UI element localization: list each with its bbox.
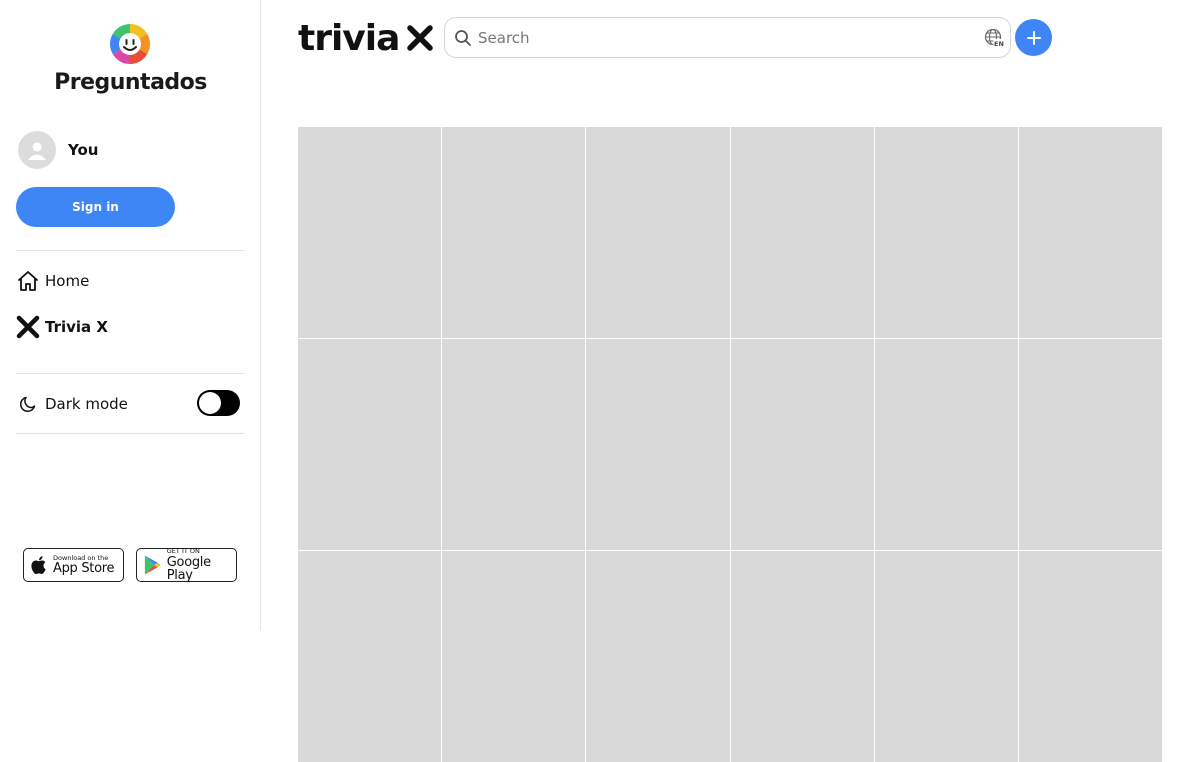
game-tile-placeholder[interactable] <box>442 339 586 550</box>
app-store-badge[interactable]: Download on the App Store <box>23 548 124 582</box>
nav-label-trivia-x: Trivia X <box>45 318 108 336</box>
nav-item-trivia-x[interactable]: Trivia X <box>16 314 108 340</box>
app-store-text: Download on the App Store <box>53 555 115 577</box>
nav-item-home[interactable]: Home <box>16 268 89 294</box>
user-name: You <box>68 141 99 159</box>
game-tile-placeholder[interactable] <box>442 127 586 338</box>
game-tile-placeholder[interactable] <box>586 127 730 338</box>
apple-icon <box>31 556 46 575</box>
add-button[interactable] <box>1015 19 1052 56</box>
game-tile-placeholder[interactable] <box>1018 551 1162 762</box>
game-tile-placeholder[interactable] <box>874 551 1018 762</box>
toggle-knob <box>199 392 221 414</box>
content-grid <box>298 127 1162 762</box>
home-icon <box>16 269 40 293</box>
game-tile-placeholder[interactable] <box>298 551 442 762</box>
game-tile-placeholder[interactable] <box>298 339 442 550</box>
divider <box>16 433 244 434</box>
game-tile-placeholder[interactable] <box>442 551 586 762</box>
search-icon <box>455 29 471 46</box>
language-globe-icon[interactable]: EN <box>984 28 1004 48</box>
game-tile-placeholder[interactable] <box>1018 339 1162 550</box>
game-tile-placeholder[interactable] <box>730 551 874 762</box>
dark-mode-label: Dark mode <box>45 395 128 413</box>
dark-mode-row: Dark mode <box>16 391 128 417</box>
game-tile-placeholder[interactable] <box>586 339 730 550</box>
google-play-badge[interactable]: GET IT ON Google Play <box>136 548 237 582</box>
sidebar: Preguntados You Sign in Home Trivia X Da… <box>0 0 261 630</box>
game-tile-placeholder[interactable] <box>730 339 874 550</box>
preguntados-face-icon <box>110 24 150 64</box>
search-input[interactable] <box>478 22 978 53</box>
google-play-text: GET IT ON Google Play <box>167 548 236 582</box>
trivia-x-icon <box>16 315 40 339</box>
user-profile[interactable]: You <box>18 130 98 170</box>
nav-label-home: Home <box>45 272 90 290</box>
game-tile-placeholder[interactable] <box>586 551 730 762</box>
game-tile-placeholder[interactable] <box>730 127 874 338</box>
logo-text: trivia <box>298 17 400 59</box>
game-tile-placeholder[interactable] <box>298 127 442 338</box>
trivia-x-logo[interactable]: trivia <box>298 17 434 59</box>
user-avatar-icon <box>18 131 56 169</box>
moon-icon <box>16 392 40 416</box>
app-store-big-text: App Store <box>53 561 115 577</box>
divider <box>16 250 244 251</box>
sign-in-button[interactable]: Sign in <box>16 187 175 227</box>
dark-mode-toggle[interactable] <box>197 390 240 416</box>
plus-icon <box>1026 30 1041 45</box>
divider <box>16 373 244 374</box>
google-play-small-text: GET IT ON <box>166 547 200 556</box>
language-code: EN <box>994 40 1004 48</box>
game-tile-placeholder[interactable] <box>1018 127 1162 338</box>
logo-x-icon <box>407 25 434 51</box>
brand-name: Preguntados <box>54 70 207 95</box>
game-tile-placeholder[interactable] <box>874 127 1018 338</box>
google-play-big-text: Google Play <box>166 554 211 583</box>
game-tile-placeholder[interactable] <box>874 339 1018 550</box>
search-bar: EN <box>444 17 1011 58</box>
google-play-icon <box>144 555 161 575</box>
